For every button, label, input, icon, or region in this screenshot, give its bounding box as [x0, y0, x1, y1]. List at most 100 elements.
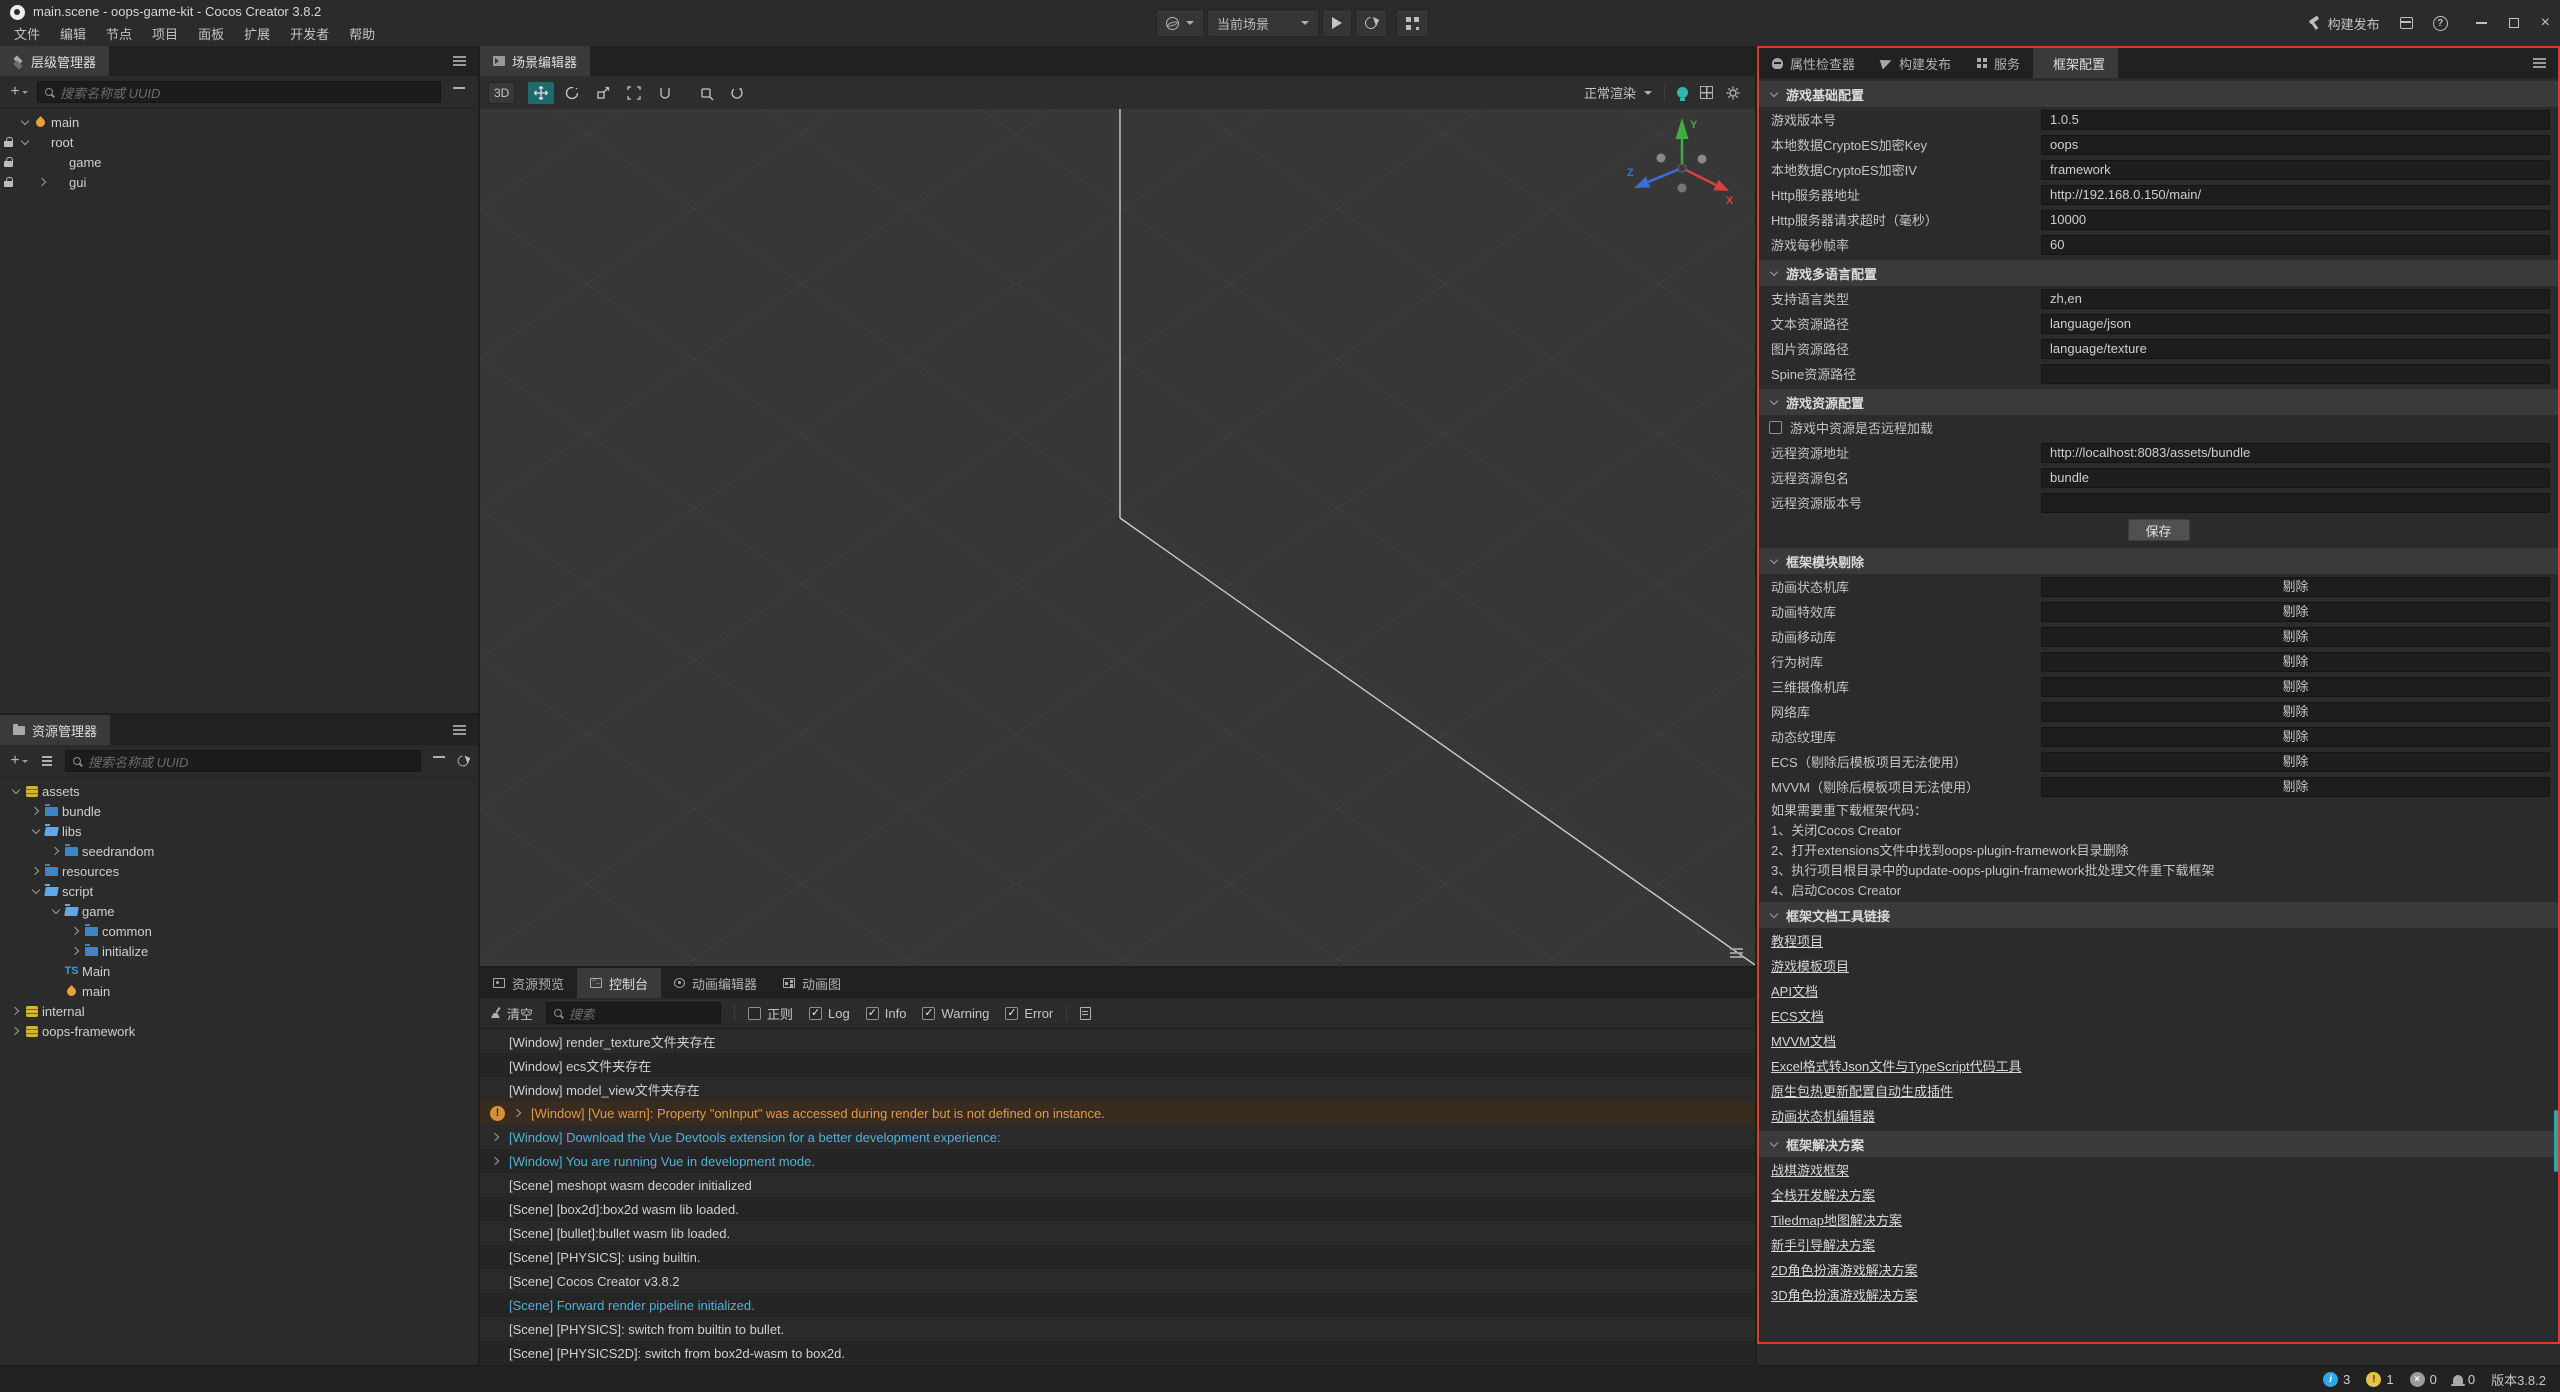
- expand-chevron-icon[interactable]: [8, 784, 23, 799]
- field-input[interactable]: 10000: [2041, 210, 2550, 230]
- section-basic-config[interactable]: 游戏基础配置: [1759, 81, 2558, 107]
- assets-search-input[interactable]: 搜索名称或 UUID: [65, 750, 421, 772]
- log-row[interactable]: [Window] render_texture文件夹存在: [480, 1029, 1755, 1053]
- doc-link[interactable]: API文档: [1771, 981, 1818, 1000]
- warning-count-badge[interactable]: 1: [2366, 1372, 2393, 1387]
- expand-chevron-icon[interactable]: [17, 115, 32, 130]
- remove-module-button[interactable]: 剔除: [2041, 627, 2550, 647]
- asset-node[interactable]: script: [0, 881, 478, 901]
- section-solutions[interactable]: 框架解决方案: [1759, 1131, 2558, 1157]
- panel-menu-icon[interactable]: [453, 725, 466, 727]
- scale-tool-button[interactable]: [590, 82, 616, 104]
- render-mode-dropdown[interactable]: 正常渲染: [1584, 83, 1652, 102]
- gizmo-pivot-button[interactable]: [693, 82, 719, 104]
- doc-link[interactable]: 游戏模板项目: [1771, 956, 1849, 975]
- section-module-strip[interactable]: 框架模块剔除: [1759, 548, 2558, 574]
- menu-item[interactable]: 项目: [142, 23, 188, 46]
- tab-scene-editor[interactable]: 场景编辑器: [480, 46, 590, 76]
- asset-node[interactable]: bundle: [0, 801, 478, 821]
- console-tab[interactable]: 动画编辑器: [661, 968, 770, 998]
- log-row[interactable]: [Scene] [box2d]:box2d wasm lib loaded.: [480, 1197, 1755, 1221]
- notification-badge[interactable]: 0: [2453, 1372, 2475, 1387]
- field-input[interactable]: bundle: [2041, 468, 2550, 488]
- hierarchy-node[interactable]: game: [0, 152, 478, 172]
- log-row[interactable]: [Window] [Vue warn]: Property "onInput" …: [480, 1101, 1755, 1125]
- section-i18n-config[interactable]: 游戏多语言配置: [1759, 260, 2558, 286]
- expand-chevron-icon[interactable]: [490, 1130, 502, 1145]
- hierarchy-node[interactable]: main: [0, 112, 478, 132]
- menu-item[interactable]: 编辑: [50, 23, 96, 46]
- asset-node[interactable]: seedrandom: [0, 841, 478, 861]
- expand-chevron-icon[interactable]: [8, 1024, 23, 1039]
- minimize-button[interactable]: [2476, 22, 2487, 24]
- expand-chevron-icon[interactable]: [8, 1004, 23, 1019]
- field-input[interactable]: http://192.168.0.150/main/: [2041, 185, 2550, 205]
- close-button[interactable]: [2541, 18, 2550, 28]
- panel-menu-icon[interactable]: [1730, 948, 1743, 950]
- checkbox-icon[interactable]: [809, 1007, 822, 1020]
- doc-link[interactable]: Excel格式转Json文件与TypeScript代码工具: [1771, 1056, 2022, 1075]
- asset-node[interactable]: libs: [0, 821, 478, 841]
- filter-icon[interactable]: [429, 751, 449, 771]
- doc-link[interactable]: 动画状态机编辑器: [1771, 1106, 1875, 1125]
- field-input[interactable]: 60: [2041, 235, 2550, 255]
- console-filter[interactable]: Error: [1005, 1006, 1053, 1021]
- lock-icon[interactable]: [0, 174, 17, 190]
- asset-node[interactable]: common: [0, 921, 478, 941]
- inspector-tab[interactable]: 属性检查器: [1759, 48, 1868, 78]
- move-tool-button[interactable]: [528, 82, 554, 104]
- filter-icon[interactable]: [449, 82, 469, 102]
- checkbox-icon[interactable]: [922, 1007, 935, 1020]
- console-filter[interactable]: Log: [809, 1006, 850, 1021]
- expand-chevron-icon[interactable]: [28, 824, 43, 839]
- menu-item[interactable]: 开发者: [280, 23, 339, 46]
- layout-button[interactable]: [1396, 9, 1429, 37]
- menu-item[interactable]: 节点: [96, 23, 142, 46]
- inspector-tab[interactable]: 构建发布: [1868, 48, 1964, 78]
- menu-item[interactable]: 文件: [4, 23, 50, 46]
- lighting-toggle-icon[interactable]: [1677, 87, 1688, 98]
- expand-chevron-icon[interactable]: [28, 864, 43, 879]
- solution-link[interactable]: Tiledmap地图解决方案: [1771, 1210, 1902, 1229]
- expand-chevron-icon[interactable]: [68, 924, 83, 939]
- log-row[interactable]: [Scene] [bullet]:bullet wasm lib loaded.: [480, 1221, 1755, 1245]
- log-row[interactable]: [Scene] meshopt wasm decoder initialized: [480, 1173, 1755, 1197]
- maximize-button[interactable]: [2509, 18, 2519, 28]
- console-filter[interactable]: Warning: [922, 1006, 989, 1021]
- log-row[interactable]: [Scene] [PHYSICS2D]: switch from box2d-w…: [480, 1341, 1755, 1364]
- save-button[interactable]: 保存: [2128, 519, 2190, 541]
- remove-module-button[interactable]: 剔除: [2041, 702, 2550, 722]
- field-input[interactable]: language/json: [2041, 314, 2550, 334]
- field-input[interactable]: [2041, 493, 2550, 513]
- section-doc-links[interactable]: 框架文档工具链接: [1759, 902, 2558, 928]
- menu-item[interactable]: 帮助: [339, 23, 385, 46]
- solution-link[interactable]: 2D角色扮演游戏解决方案: [1771, 1260, 1918, 1279]
- scene-select-dropdown[interactable]: 当前场景: [1207, 9, 1319, 37]
- doc-link[interactable]: 原生包热更新配置自动生成插件: [1771, 1081, 1953, 1100]
- doc-link[interactable]: 教程项目: [1771, 931, 1823, 950]
- solution-link[interactable]: 新手引导解决方案: [1771, 1235, 1875, 1254]
- asset-node[interactable]: initialize: [0, 941, 478, 961]
- log-row[interactable]: [Window] Download the Vue Devtools exten…: [480, 1125, 1755, 1149]
- solution-link[interactable]: 战棋游戏框架: [1771, 1160, 1849, 1179]
- lock-icon[interactable]: [0, 134, 17, 150]
- field-input[interactable]: language/texture: [2041, 339, 2550, 359]
- expand-chevron-icon[interactable]: [28, 804, 43, 819]
- sort-icon[interactable]: [37, 751, 57, 771]
- info-count-badge[interactable]: 3: [2323, 1372, 2350, 1387]
- tab-assets[interactable]: 资源管理器: [0, 715, 110, 745]
- asset-node[interactable]: internal: [0, 1001, 478, 1021]
- create-asset-button[interactable]: [9, 751, 29, 771]
- log-row[interactable]: [Window] model_view文件夹存在: [480, 1077, 1755, 1101]
- build-publish-button[interactable]: 构建发布: [2307, 14, 2380, 33]
- ui-transform-tool-button[interactable]: [652, 82, 678, 104]
- orientation-gizmo[interactable]: Y X Z: [1625, 111, 1739, 225]
- create-node-button[interactable]: [9, 82, 29, 102]
- log-row[interactable]: [Scene] Cocos Creator v3.8.2: [480, 1269, 1755, 1293]
- solution-link[interactable]: 3D角色扮演游戏解决方案: [1771, 1285, 1918, 1304]
- hierarchy-search-input[interactable]: 搜索名称或 UUID: [37, 81, 441, 103]
- gizmo-space-button[interactable]: [724, 82, 750, 104]
- tab-hierarchy[interactable]: 层级管理器: [0, 46, 109, 76]
- panel-menu-icon[interactable]: [2533, 58, 2546, 60]
- log-row[interactable]: [Scene] [PHYSICS]: using builtin.: [480, 1245, 1755, 1269]
